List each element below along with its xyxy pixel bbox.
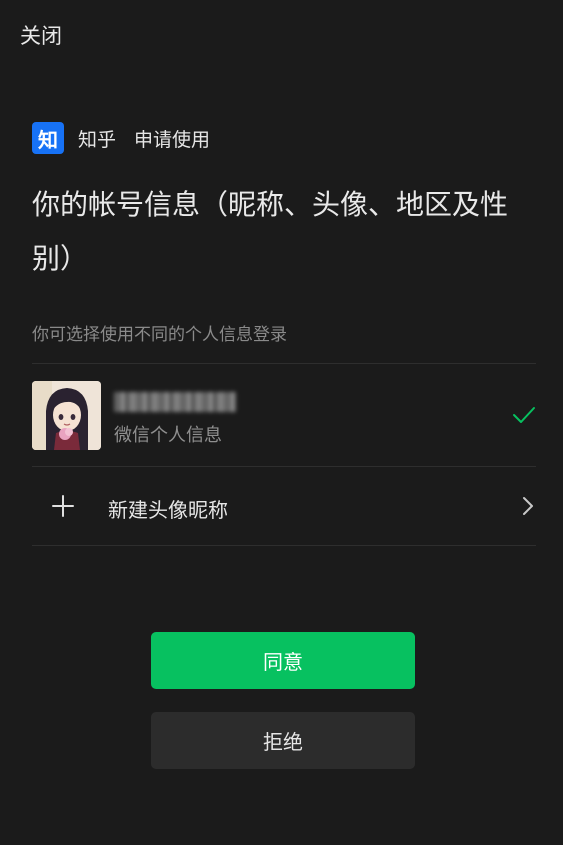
plus-icon — [52, 495, 74, 517]
profile-name-blurred — [114, 392, 236, 412]
agree-button[interactable]: 同意 — [151, 632, 415, 689]
new-avatar-nickname-option[interactable]: 新建头像昵称 — [32, 467, 536, 545]
app-name: 知乎 — [78, 128, 117, 151]
avatar — [32, 381, 101, 450]
app-info: 知 知乎 申请使用 — [32, 122, 210, 154]
divider — [32, 545, 536, 546]
reject-button[interactable]: 拒绝 — [151, 712, 415, 769]
close-button[interactable]: 关闭 — [20, 20, 62, 50]
choose-info-hint: 你可选择使用不同的个人信息登录 — [32, 325, 287, 345]
app-request-text: 申请使用 — [134, 128, 211, 151]
divider — [32, 363, 536, 364]
app-logo-icon: 知 — [32, 122, 64, 154]
anime-avatar-icon — [32, 381, 101, 450]
chevron-right-icon — [523, 497, 533, 515]
request-headline: 你的帐号信息（昵称、头像、地区及性别） — [32, 188, 509, 275]
new-avatar-nickname-label: 新建头像昵称 — [108, 498, 228, 522]
wechat-profile-option[interactable]: 微信个人信息 — [32, 381, 536, 450]
profile-subtitle: 微信个人信息 — [114, 425, 222, 446]
check-icon — [513, 407, 535, 423]
